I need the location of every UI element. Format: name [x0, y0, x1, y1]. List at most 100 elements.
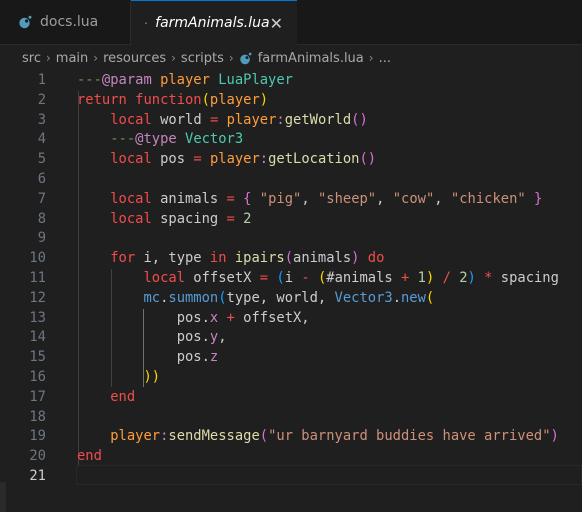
code-line: end [77, 388, 582, 408]
code-token: 2 [243, 210, 252, 227]
code-token: ) [259, 91, 269, 108]
code-token: "ur barnyard buddies have arrived" [268, 428, 551, 445]
line-number: 15 [29, 349, 46, 366]
code-token: player [209, 91, 260, 108]
code-token: ( [276, 269, 285, 286]
code-token: spacing [151, 210, 227, 227]
code-line: pos.y, [77, 328, 582, 348]
code-token: animals [293, 250, 352, 267]
lua-file-icon [145, 22, 148, 24]
line-number: 4 [37, 131, 46, 148]
breadcrumb-item-resources[interactable]: resources [103, 51, 166, 66]
scrollbar[interactable] [0, 482, 6, 512]
code-token: pos [176, 349, 202, 366]
code-line: local animals = { "pig", "sheep", "cow",… [77, 190, 582, 210]
code-editor[interactable]: 1 2 3 4 5 6 7 8 9 10 11 12 13 14 15 16 1… [0, 71, 582, 512]
code-token: mc [143, 289, 161, 306]
code-token: do [367, 250, 385, 267]
code-token: in [209, 250, 227, 267]
code-token: - [301, 269, 310, 286]
code-token: summon [168, 289, 219, 306]
code-line: for i, type in ipairs(animals) do [77, 249, 582, 269]
code-token: , [434, 190, 451, 207]
code-token: @type [135, 131, 177, 148]
code-token: , [376, 190, 393, 207]
code-token: : [276, 111, 285, 128]
code-token: local [110, 151, 152, 168]
chevron-right-icon: › [171, 51, 176, 65]
code-token: ( [284, 250, 294, 267]
lua-file-icon [19, 15, 32, 29]
line-number-gutter: 1 2 3 4 5 6 7 8 9 10 11 12 13 14 15 16 1… [0, 71, 60, 487]
code-token: getWorld [284, 111, 352, 128]
code-token: for [110, 250, 136, 267]
code-line: mc.summon(type, world, Vector3.new( [77, 289, 582, 309]
code-token: / [442, 269, 451, 286]
tab-docs-lua[interactable]: docs.lua [0, 0, 131, 44]
code-token: "chicken" [450, 190, 526, 207]
lua-file-icon [239, 52, 252, 64]
line-number: 19 [29, 428, 46, 445]
line-number: 16 [29, 368, 46, 385]
code-token: end [110, 388, 136, 405]
code-token: local [110, 210, 152, 227]
code-line: local offsetX = (i - (#animals + 1) / 2)… [77, 269, 582, 289]
code-line: local spacing = 2 [77, 210, 582, 230]
code-token: i [284, 269, 302, 286]
code-token: () [351, 111, 368, 128]
code-token: "sheep" [317, 190, 377, 207]
code-lines[interactable]: ---@param player LuaPlayer return functi… [77, 71, 582, 487]
code-line-active [77, 467, 582, 487]
code-line: ---@type Vector3 [77, 130, 582, 150]
line-number: 13 [29, 309, 46, 326]
line-number: 17 [29, 388, 46, 405]
code-token: = [259, 269, 269, 286]
code-token: local [143, 269, 185, 286]
breadcrumb-item-file[interactable]: farmAnimals.lua [258, 51, 364, 66]
line-number: 3 [37, 111, 46, 128]
code-token: animals [151, 190, 227, 207]
breadcrumb-item-main[interactable]: main [56, 51, 88, 66]
code-token: () [359, 151, 377, 168]
line-number: 1 [37, 72, 46, 88]
code-token: 2 [459, 269, 468, 286]
breadcrumb-item-scripts[interactable]: scripts [181, 51, 224, 66]
tab-label: farmAnimals.lua [155, 15, 270, 31]
line-number: 12 [29, 289, 46, 306]
code-token: pos [151, 151, 194, 168]
code-token: : [259, 151, 269, 168]
code-token: ( [259, 428, 269, 445]
tab-bar: docs.lua farmAnimals.lua ✕ [0, 0, 582, 45]
breadcrumb: src › main › resources › scripts › farmA… [0, 45, 582, 71]
code-token: pos [176, 329, 202, 346]
code-token: x [209, 309, 219, 326]
code-token: ) [550, 428, 559, 445]
code-token: . [201, 329, 210, 346]
code-token: "cow" [392, 190, 435, 207]
line-number: 11 [29, 269, 46, 286]
breadcrumb-item-src[interactable]: src [22, 51, 41, 66]
close-icon[interactable]: ✕ [270, 14, 283, 33]
line-number: 2 [37, 91, 46, 108]
code-token: offsetX [185, 269, 260, 286]
code-token: z [209, 349, 219, 366]
tab-farmanimals-lua[interactable]: farmAnimals.lua ✕ [131, 0, 297, 45]
code-token: . [201, 309, 210, 326]
line-number: 10 [29, 250, 46, 267]
code-token: ipairs [234, 250, 285, 267]
line-number: 7 [37, 190, 46, 207]
code-token: local [110, 190, 152, 207]
code-token: player [110, 428, 161, 445]
breadcrumb-item-symbols[interactable]: ... [379, 51, 391, 66]
code-token: ) [467, 269, 476, 286]
code-token: = [209, 111, 219, 128]
